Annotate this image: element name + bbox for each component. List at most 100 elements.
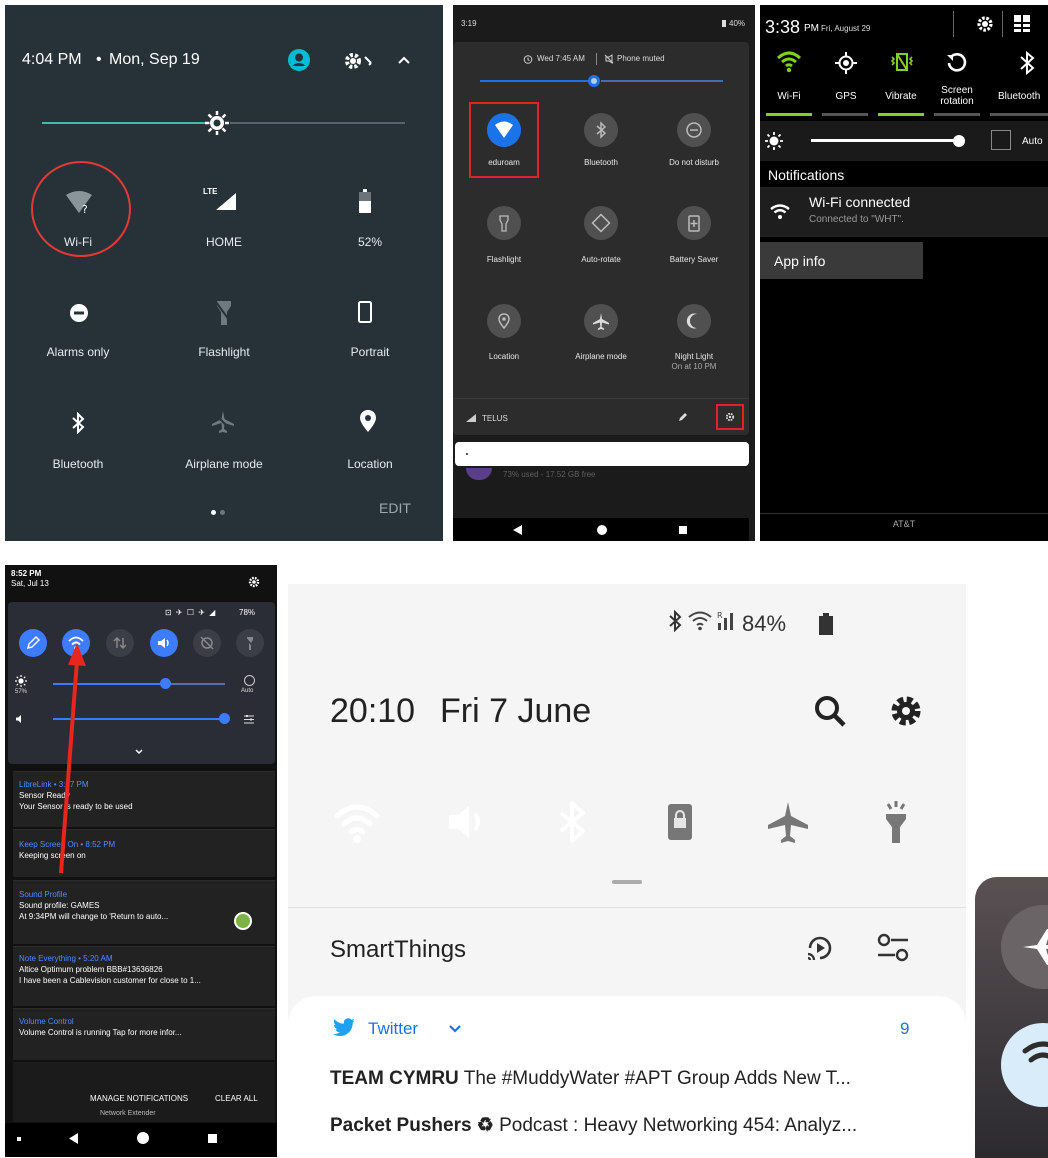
airplane-tile[interactable] bbox=[746, 780, 830, 864]
bluetooth-tile[interactable] bbox=[530, 780, 614, 864]
divider bbox=[288, 907, 966, 908]
toggle-label: Screen rotation bbox=[940, 85, 974, 107]
bluetooth-icon[interactable] bbox=[1019, 51, 1035, 75]
tile-portrait-label[interactable]: Portrait bbox=[297, 345, 443, 359]
sound-tile[interactable] bbox=[423, 780, 507, 864]
toggle-indicator-off bbox=[990, 113, 1048, 116]
tweet-text: The #MuddyWater #APT Group Adds New T... bbox=[458, 1068, 851, 1089]
device-control-icon[interactable] bbox=[876, 932, 910, 964]
tile-label: Battery Saver bbox=[669, 255, 719, 264]
quick-settings-card: Wed 7:45 AM Phone muted eduroam Bluetoot… bbox=[453, 42, 749, 435]
flashlight-tile[interactable] bbox=[487, 206, 521, 240]
drag-handle[interactable] bbox=[612, 880, 642, 884]
search-bar[interactable] bbox=[455, 442, 749, 466]
dnd-tile[interactable] bbox=[677, 113, 711, 147]
rotation-icon[interactable] bbox=[946, 52, 968, 74]
notification-subtitle: Connected to "WHT". bbox=[809, 214, 904, 225]
expand-chevron-icon[interactable] bbox=[448, 1024, 462, 1034]
wifi-tile[interactable] bbox=[1001, 1023, 1048, 1107]
bluetooth-tile[interactable] bbox=[584, 113, 618, 147]
brightness-track bbox=[230, 122, 405, 124]
wifi-tile[interactable] bbox=[487, 113, 521, 147]
gps-icon[interactable] bbox=[835, 52, 857, 74]
status-ampm: PM bbox=[804, 23, 819, 34]
user-avatar-icon[interactable] bbox=[288, 49, 310, 71]
time-date-separator: • bbox=[96, 51, 102, 68]
night-light-tile[interactable] bbox=[677, 304, 711, 338]
airplane-tile[interactable] bbox=[1001, 905, 1048, 989]
portrait-icon bbox=[358, 301, 372, 323]
brightness-slider-thumb[interactable] bbox=[953, 135, 965, 147]
carrier-name: AT&T bbox=[892, 519, 916, 529]
quick-settings-panel-1: 4:04 PM • Mon, Sep 19 ? Wi-Fi LTE HOME 5… bbox=[5, 5, 443, 541]
search-dot bbox=[466, 453, 468, 455]
auto-brightness-checkbox[interactable] bbox=[991, 130, 1011, 150]
airplane-icon bbox=[211, 410, 235, 434]
divider bbox=[953, 11, 954, 37]
auto-rotate-tile[interactable] bbox=[584, 206, 618, 240]
settings-icon[interactable] bbox=[343, 51, 377, 71]
media-output-icon[interactable] bbox=[804, 932, 836, 964]
notifications-header: Notifications bbox=[768, 167, 845, 183]
toggle-label: GPS bbox=[835, 91, 857, 102]
recents-icon[interactable] bbox=[679, 526, 687, 534]
svg-text:R: R bbox=[717, 611, 723, 620]
status-battery: 84% bbox=[742, 611, 787, 636]
edit-button[interactable]: EDIT bbox=[379, 500, 411, 516]
toggle-indicator-off bbox=[822, 113, 868, 116]
location-tile[interactable] bbox=[487, 304, 521, 338]
brightness-track-filled bbox=[42, 122, 216, 124]
brightness-slider-thumb[interactable] bbox=[204, 110, 230, 136]
tile-wifi-label[interactable]: Wi-Fi bbox=[5, 235, 151, 249]
brightness-slider-thumb[interactable] bbox=[586, 73, 602, 89]
notification-panel-3: 3:38 PM Fri, August 29 Wi-Fi GPS Vibrate… bbox=[760, 5, 1048, 541]
brightness-track-filled bbox=[811, 139, 959, 142]
tile-location-label[interactable]: Location bbox=[297, 457, 443, 471]
carrier-name: TELUS bbox=[482, 414, 508, 423]
next-alarm: Wed 7:45 AM bbox=[537, 54, 585, 63]
settings-gear-icon[interactable] bbox=[888, 693, 924, 729]
status-date: Fri 7 June bbox=[440, 692, 592, 730]
brightness-track-filled bbox=[480, 80, 592, 82]
search-icon[interactable] bbox=[813, 694, 847, 728]
tweet-row[interactable]: Packet Pushers ♻ Podcast : Heavy Network… bbox=[330, 1114, 857, 1137]
night-light-sublabel: On at 10 PM bbox=[671, 362, 717, 371]
divider bbox=[453, 398, 749, 399]
grid-menu-icon[interactable] bbox=[1014, 15, 1030, 32]
tile-flashlight-label[interactable]: Flashlight bbox=[151, 345, 297, 359]
collapse-chevron-icon[interactable] bbox=[397, 55, 411, 65]
battery-saver-tile[interactable] bbox=[677, 206, 711, 240]
brightness-track bbox=[601, 80, 723, 82]
toggle-indicator-off bbox=[934, 113, 980, 116]
location-icon bbox=[360, 410, 376, 432]
storage-summary: 73% used - 17.52 GB free bbox=[503, 470, 596, 479]
tweet-row[interactable]: TEAM CYMRU The #MuddyWater #APT Group Ad… bbox=[330, 1068, 851, 1090]
status-date: Mon, Sep 19 bbox=[109, 51, 200, 68]
tile-alarms-label[interactable]: Alarms only bbox=[5, 345, 151, 359]
tile-label: Bluetooth bbox=[584, 158, 618, 167]
tile-network-label[interactable]: HOME bbox=[151, 235, 297, 249]
tile-label: Location bbox=[488, 352, 520, 361]
divider bbox=[760, 513, 1048, 514]
settings-gear-icon[interactable] bbox=[725, 412, 735, 422]
auto-brightness-label: Auto bbox=[1022, 136, 1043, 147]
tile-battery-label[interactable]: 52% bbox=[297, 235, 443, 249]
wifi-unknown-icon: ? bbox=[64, 191, 94, 215]
edit-pencil-icon[interactable] bbox=[678, 412, 688, 422]
home-icon[interactable] bbox=[597, 525, 607, 535]
settings-gear-icon[interactable] bbox=[976, 15, 994, 33]
wifi-icon[interactable] bbox=[777, 51, 801, 73]
tile-airplane-label[interactable]: Airplane mode bbox=[151, 457, 297, 471]
toggle-label: Wi-Fi bbox=[777, 91, 801, 102]
wifi-tile[interactable] bbox=[315, 780, 399, 864]
flashlight-tile[interactable] bbox=[854, 780, 938, 864]
toggle-indicator-on bbox=[878, 113, 924, 116]
vibrate-icon[interactable] bbox=[890, 51, 914, 73]
app-info-menu-item[interactable]: App info bbox=[774, 253, 825, 269]
screen-lock-tile[interactable] bbox=[638, 780, 722, 864]
tile-bluetooth-label[interactable]: Bluetooth bbox=[5, 457, 151, 471]
airplane-tile[interactable] bbox=[584, 304, 618, 338]
battery-icon bbox=[722, 20, 726, 27]
notification-count: 9 bbox=[900, 1019, 910, 1038]
back-icon[interactable] bbox=[513, 525, 522, 535]
